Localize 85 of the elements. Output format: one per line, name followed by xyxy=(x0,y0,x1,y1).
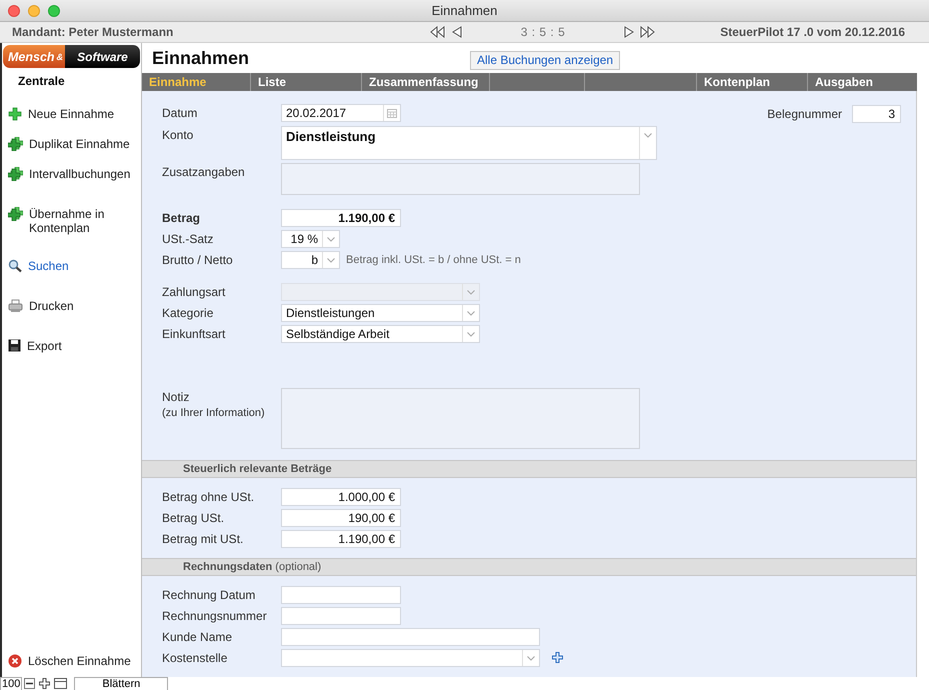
field-label: Rechnungsnummer xyxy=(162,608,268,625)
field-label: Zahlungsart xyxy=(162,284,226,301)
chevron-down-icon xyxy=(467,332,475,336)
skip-forward-icon[interactable] xyxy=(640,26,656,38)
amount-field[interactable]: 1.190,00 € xyxy=(281,209,401,227)
hint-text: Betrag inkl. USt. = b / ohne USt. = n xyxy=(346,253,521,268)
field-label: Betrag ohne USt. xyxy=(162,489,256,506)
field-label: Brutto / Netto xyxy=(162,252,234,269)
amount-field[interactable]: 190,00 € xyxy=(281,509,401,527)
chevron-down-icon xyxy=(527,656,535,660)
sidebar-item[interactable]: Löschen Einnahme xyxy=(2,654,136,668)
dropdown[interactable]: b xyxy=(281,251,340,269)
sidebar-title: Zentrale xyxy=(18,74,66,88)
input-field[interactable] xyxy=(281,586,401,604)
number-field[interactable]: 3 xyxy=(852,105,901,123)
sidebar-item[interactable]: Intervallbuchungen xyxy=(2,167,136,181)
field-label: Kategorie xyxy=(162,305,214,322)
version-label: SteuerPilot 17 .0 vom 20.12.2016 xyxy=(720,25,906,39)
plus-icon xyxy=(8,107,22,121)
dropdown[interactable]: Dienstleistungen xyxy=(281,304,480,322)
skip-back-icon[interactable] xyxy=(430,26,446,38)
chevron-down-icon xyxy=(467,310,475,316)
field-label: Datum xyxy=(162,105,198,122)
delete-icon xyxy=(8,654,22,668)
double-plus-icon xyxy=(8,207,23,221)
section-title: Steuerlich relevante Beträge xyxy=(183,463,332,475)
sidebar-item[interactable]: Export xyxy=(2,339,136,353)
layout-icon[interactable] xyxy=(54,678,68,689)
mode-button[interactable]: Blättern xyxy=(74,677,168,690)
field-label: Kostenstelle xyxy=(162,650,228,667)
calendar-icon xyxy=(387,108,397,118)
field-sublabel: (zu Ihrer Information) xyxy=(162,406,266,420)
dropdown[interactable]: Dienstleistung xyxy=(281,126,657,160)
zoom-out-icon[interactable] xyxy=(24,678,36,689)
sidebar-item[interactable]: Duplikat Einnahme xyxy=(2,137,136,151)
client-name: Mandant: Peter Mustermann xyxy=(11,25,174,39)
back-icon[interactable] xyxy=(452,26,462,38)
show-all-button[interactable]: Alle Buchungen anzeigen xyxy=(470,50,620,70)
input-field[interactable] xyxy=(281,607,401,625)
logo: Mensch & Software xyxy=(3,45,140,68)
field-label: Zusatzangaben xyxy=(162,164,246,181)
field-label: Konto xyxy=(162,127,194,144)
amount-field[interactable]: 1.190,00 € xyxy=(281,530,401,548)
record-counter: 3 : 5 : 5 xyxy=(520,25,566,39)
dropdown[interactable] xyxy=(281,649,540,667)
field-label: Betrag mit USt. xyxy=(162,531,244,548)
dropdown[interactable]: Selbständige Arbeit xyxy=(281,325,480,343)
minimize-button[interactable] xyxy=(28,4,40,16)
tab[interactable]: Ausgaben xyxy=(808,73,917,91)
add-icon[interactable] xyxy=(552,652,563,663)
field-label: USt.-Satz xyxy=(162,231,214,248)
field-label: Einkunftsart xyxy=(162,326,226,343)
page-title: Einnahmen xyxy=(151,48,250,68)
sidebar-item[interactable]: Neue Einnahme xyxy=(2,107,136,121)
double-plus-icon xyxy=(8,167,23,181)
section-title: Rechnungsdaten xyxy=(183,561,272,573)
zoom-level: 100 xyxy=(0,677,22,690)
field-label: Betrag USt. xyxy=(162,510,226,527)
window-title: Einnahmen xyxy=(432,3,498,18)
sidebar-item[interactable]: Übernahme in Kontenplan xyxy=(2,207,136,235)
double-plus-icon xyxy=(8,137,23,151)
field-label: Notiz xyxy=(162,389,190,406)
text-area[interactable] xyxy=(281,163,640,195)
dropdown[interactable]: 19 % xyxy=(281,230,340,248)
input-field[interactable] xyxy=(281,628,540,646)
sidebar-item[interactable]: Drucken xyxy=(2,299,136,313)
chevron-down-icon xyxy=(327,236,335,242)
chevron-down-icon xyxy=(644,133,652,138)
search-icon xyxy=(8,259,22,273)
field-label: Betrag xyxy=(162,210,202,227)
zoom-in-icon[interactable] xyxy=(39,678,50,689)
field-label: Kunde Name xyxy=(162,629,234,646)
date-field[interactable]: 20.02.2017 xyxy=(281,104,401,122)
section-note: (optional) xyxy=(275,561,322,573)
field-label: Rechnung Datum xyxy=(162,587,256,604)
field-label: Belegnummer xyxy=(767,107,842,121)
sidebar-item[interactable]: Suchen xyxy=(2,259,136,273)
forward-icon[interactable] xyxy=(624,26,634,38)
amount-field[interactable]: 1.000,00 € xyxy=(281,488,401,506)
chevron-down-icon xyxy=(467,290,475,294)
text-area[interactable] xyxy=(281,388,640,449)
zoom-button[interactable] xyxy=(48,4,60,16)
chevron-down-icon xyxy=(327,258,335,262)
printer-icon xyxy=(8,299,23,313)
close-button[interactable] xyxy=(8,4,20,16)
